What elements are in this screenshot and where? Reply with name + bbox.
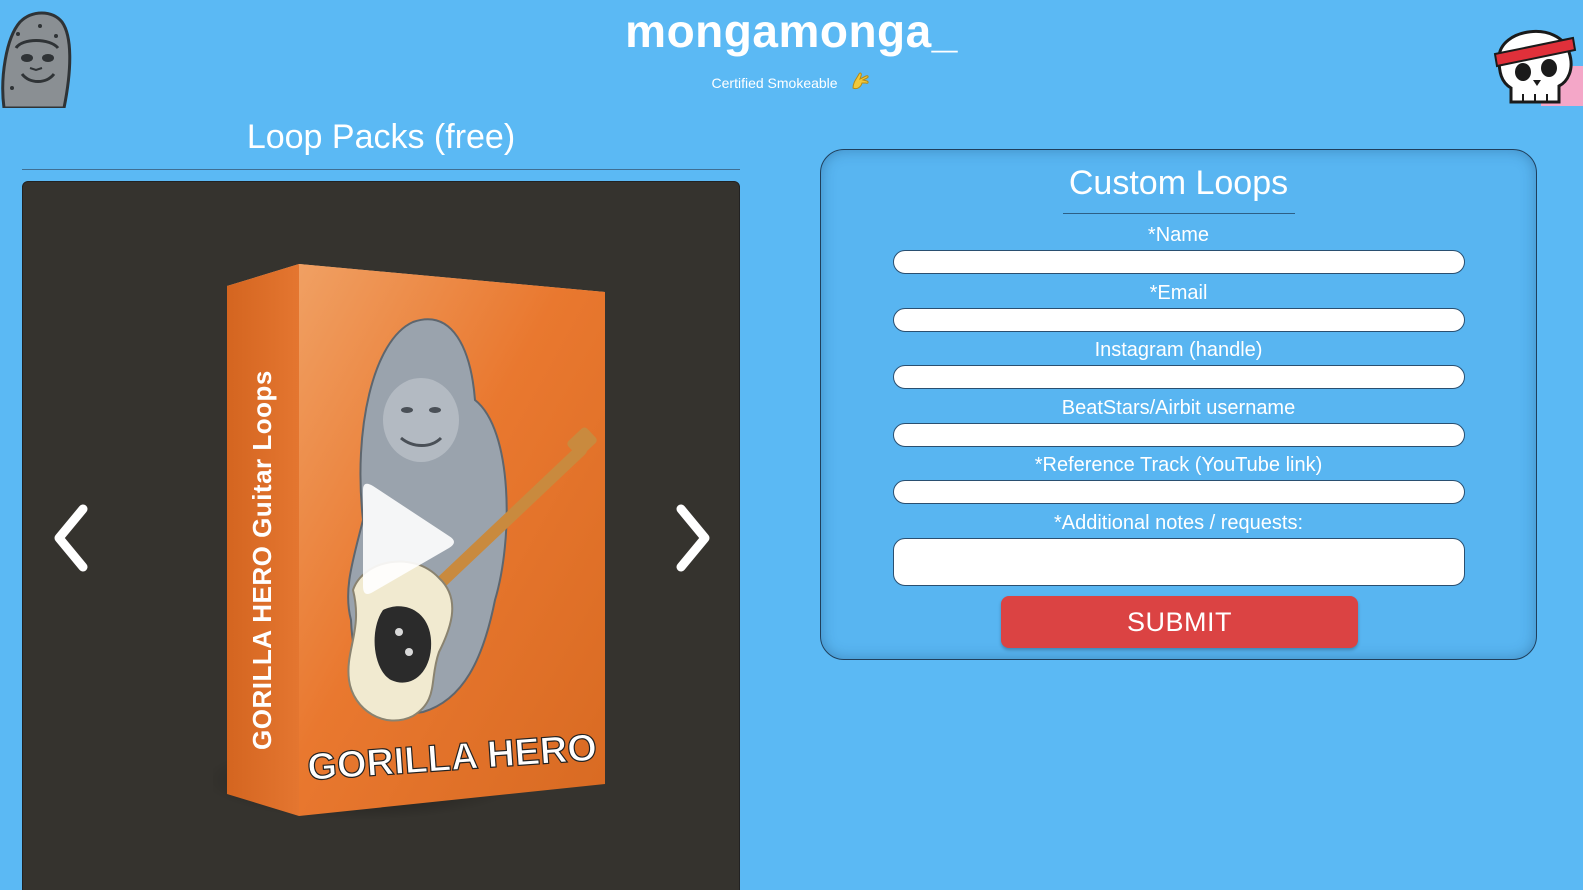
submit-button[interactable]: SUBMIT [1001,596,1358,648]
divider [1063,213,1295,214]
loop-pack-carousel: GORILLA HERO Guitar Loops GORILLA HERO [22,181,740,890]
site-title: mongamonga_ [625,5,958,57]
loop-packs-heading: Loop Packs (free) [246,118,516,156]
name-field[interactable] [893,250,1465,274]
name-label: *Name [1147,224,1210,246]
box-spine-text: GORILLA HERO Guitar Loops [247,370,277,750]
custom-loops-heading: Custom Loops [1068,164,1289,202]
chevron-right-icon [676,504,710,572]
page: mongamonga_ Certified Smokeable Loop Pac… [0,0,1583,890]
notes-label: *Additional notes / requests: [1053,512,1304,534]
instagram-field[interactable] [893,365,1465,389]
email-label: *Email [1149,282,1208,304]
tagline: Certified Smokeable [0,70,1583,95]
product-box-image[interactable]: GORILLA HERO Guitar Loops GORILLA HERO [203,260,633,830]
reference-track-label: *Reference Track (YouTube link) [1034,454,1323,476]
tagline-text: Certified Smokeable [711,75,838,91]
custom-loops-form: Custom Loops *Name *Email Instagram (han… [820,149,1537,660]
notes-field[interactable] [893,538,1465,586]
beatstars-label: BeatStars/Airbit username [1061,397,1296,419]
divider [22,169,740,170]
reference-track-field[interactable] [893,480,1465,504]
hand-icon [849,70,871,95]
carousel-next-button[interactable] [663,498,723,578]
carousel-prev-button[interactable] [41,498,101,578]
beatstars-field[interactable] [893,423,1465,447]
chevron-left-icon [54,504,88,572]
instagram-label: Instagram (handle) [1094,339,1263,361]
skull-logo-icon[interactable] [1489,14,1583,106]
email-field[interactable] [893,308,1465,332]
